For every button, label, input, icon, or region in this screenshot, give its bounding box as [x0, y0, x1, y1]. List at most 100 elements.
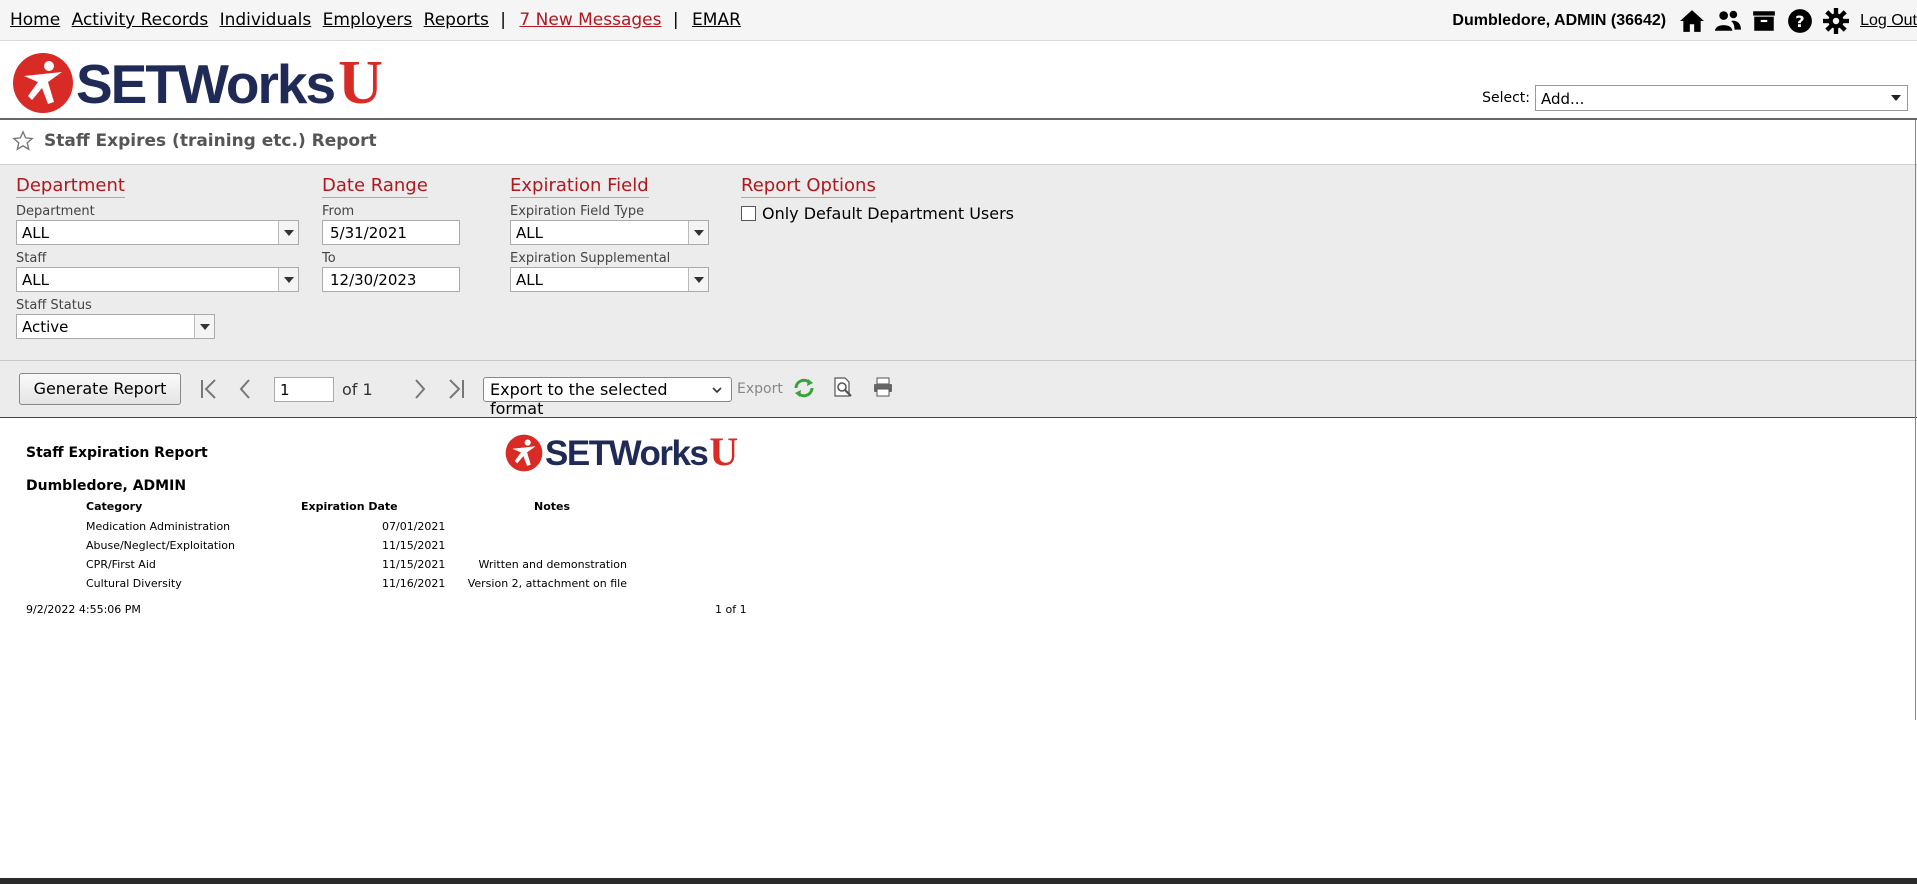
users-icon[interactable] — [1715, 8, 1742, 34]
first-page-icon[interactable] — [198, 378, 220, 400]
generate-report-button[interactable]: Generate Report — [19, 373, 181, 405]
logo-runner-icon — [505, 434, 543, 472]
gear-icon[interactable] — [1823, 8, 1850, 34]
chevron-down-icon[interactable] — [688, 268, 708, 291]
expiration-supplemental-value: ALL — [516, 271, 543, 289]
chevron-down-icon[interactable] — [194, 315, 214, 338]
print-icon[interactable] — [872, 376, 894, 398]
staff-label: Staff — [16, 251, 47, 266]
page-title: Staff Expires (training etc.) Report — [44, 131, 377, 151]
previous-page-icon[interactable] — [235, 378, 257, 400]
home-icon[interactable] — [1679, 8, 1705, 34]
export-format-select[interactable]: Export to the selected format — [483, 377, 732, 418]
date-range-group: Date Range From 5/31/2021 To 12/30/2023 — [322, 175, 460, 292]
row-category: Cultural Diversity — [86, 577, 182, 590]
quick-add-value: Add... — [1541, 90, 1585, 108]
row-expiration-date: 11/15/2021 — [382, 558, 446, 571]
date-range-heading: Date Range — [322, 175, 428, 198]
help-icon[interactable]: ? — [1787, 8, 1813, 34]
row-expiration-date: 07/01/2021 — [382, 520, 446, 533]
staff-select[interactable]: ALL — [16, 267, 299, 292]
nav-reports-link[interactable]: Reports — [424, 10, 489, 30]
app-header: SETWorksU Select: Add... — [0, 42, 1917, 120]
chevron-down-icon[interactable] — [688, 221, 708, 244]
nav-separator: | — [500, 10, 507, 30]
top-navigation: Home Activity Records Individuals Employ… — [0, 0, 1917, 41]
user-area: Dumbledore, ADMIN (36642) ? Log Out — [1452, 8, 1917, 34]
department-heading: Department — [16, 175, 125, 198]
content-border — [1915, 120, 1916, 720]
chevron-down-icon — [712, 387, 722, 394]
logo-u: U — [338, 49, 383, 117]
nav-home-link[interactable]: Home — [10, 10, 60, 30]
current-user: Dumbledore, ADMIN (36642) — [1452, 12, 1667, 29]
nav-activity-records-link[interactable]: Activity Records — [72, 10, 209, 30]
nav-employers-link[interactable]: Employers — [323, 10, 413, 30]
quick-add-select[interactable]: Add... — [1535, 85, 1908, 111]
to-date-input[interactable]: 12/30/2023 — [322, 267, 460, 292]
logo-text: SETWorksU — [76, 49, 383, 117]
report-filters: Department Department ALL Staff ALL Staf… — [0, 164, 1917, 360]
export-button[interactable]: Export — [737, 381, 783, 397]
favorite-star-icon[interactable] — [12, 130, 34, 152]
print-preview-icon[interactable] — [832, 376, 854, 398]
default-users-option[interactable]: Only Default Department Users — [741, 204, 1014, 223]
column-header-notes: Notes — [534, 500, 571, 513]
page-title-bar: Staff Expires (training etc.) Report — [0, 122, 1917, 164]
default-users-checkbox[interactable] — [741, 206, 756, 221]
staff-status-value: Active — [22, 318, 69, 336]
row-notes: Written and demonstration — [478, 558, 627, 571]
expiration-field-heading: Expiration Field — [510, 175, 649, 198]
default-users-label: Only Default Department Users — [762, 204, 1014, 223]
expiration-type-select[interactable]: ALL — [510, 220, 709, 245]
staff-status-select[interactable]: Active — [16, 314, 215, 339]
chevron-down-icon[interactable] — [278, 221, 298, 244]
chevron-down-icon[interactable] — [278, 268, 298, 291]
row-category: CPR/First Aid — [86, 558, 156, 571]
department-value: ALL — [22, 224, 49, 242]
row-category: Abuse/Neglect/Exploitation — [86, 539, 235, 552]
refresh-icon[interactable] — [792, 376, 816, 400]
row-expiration-date: 11/15/2021 — [382, 539, 446, 552]
report-page-count: 1 of 1 — [715, 603, 747, 616]
report-title: Staff Expiration Report — [26, 445, 208, 461]
column-header-category: Category — [86, 500, 143, 513]
department-label: Department — [16, 204, 95, 219]
expiration-supplemental-select[interactable]: ALL — [510, 267, 709, 292]
folder-icon[interactable] — [1751, 8, 1777, 34]
nav-messages-link[interactable]: 7 New Messages — [519, 10, 661, 30]
logo-runner-icon — [13, 53, 73, 113]
export-format-value: Export to the selected format — [490, 380, 668, 418]
from-label: From — [322, 204, 355, 219]
report-timestamp: 9/2/2022 4:55:06 PM — [26, 603, 141, 616]
page-count-label: of 1 — [342, 380, 373, 399]
nav-links: Home Activity Records Individuals Employ… — [10, 10, 747, 30]
to-label: To — [322, 251, 336, 266]
department-select[interactable]: ALL — [16, 220, 299, 245]
row-expiration-date: 11/16/2021 — [382, 577, 446, 590]
table-row: CPR/First Aid 11/15/2021 Written and dem… — [0, 558, 760, 577]
report-options-group: Report Options Only Default Department U… — [741, 175, 1014, 223]
quick-add-select-group: Select: Add... — [1482, 85, 1908, 111]
nav-separator: | — [672, 10, 679, 30]
row-notes: Version 2, attachment on file — [467, 577, 627, 590]
column-header-expiration-date: Expiration Date — [301, 500, 398, 513]
expiration-field-group: Expiration Field Expiration Field Type A… — [510, 175, 709, 292]
report-logo-u: U — [709, 429, 738, 474]
report-output: Staff Expiration Report SETWorksU Dumble… — [0, 420, 1917, 880]
logout-link[interactable]: Log Out — [1860, 12, 1917, 30]
page-number-input[interactable]: 1 — [274, 377, 334, 402]
staff-status-label: Staff Status — [16, 298, 92, 313]
nav-individuals-link[interactable]: Individuals — [220, 10, 312, 30]
table-row: Abuse/Neglect/Exploitation 11/15/2021 — [0, 539, 760, 558]
table-row: Medication Administration 07/01/2021 — [0, 520, 760, 539]
report-person-name: Dumbledore, ADMIN — [26, 478, 187, 494]
next-page-icon[interactable] — [408, 378, 430, 400]
window-bottom-edge — [0, 878, 1917, 884]
from-date-input[interactable]: 5/31/2021 — [322, 220, 460, 245]
last-page-icon[interactable] — [445, 378, 467, 400]
nav-emar-link[interactable]: EMAR — [692, 10, 741, 30]
report-logo-text: SETWorksU — [545, 429, 738, 474]
chevron-down-icon — [1891, 95, 1901, 101]
department-group: Department Department ALL Staff ALL Staf… — [16, 175, 299, 339]
